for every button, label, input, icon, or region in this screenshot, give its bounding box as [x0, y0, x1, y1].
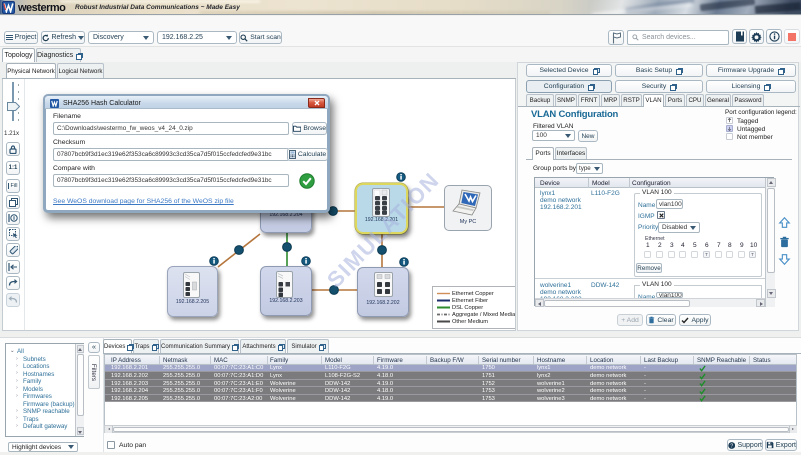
svg-text:?: ?	[730, 443, 733, 449]
